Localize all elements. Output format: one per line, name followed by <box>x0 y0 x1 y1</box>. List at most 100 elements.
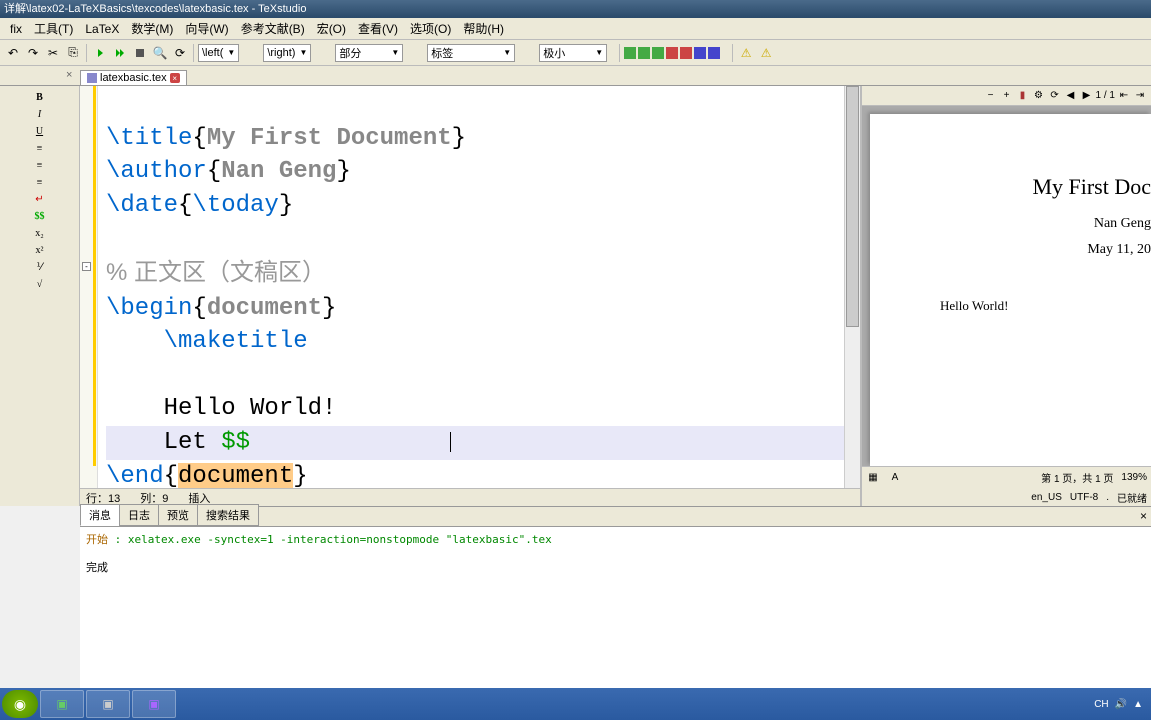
align-center-button[interactable]: ≡ <box>32 158 48 172</box>
msg-tab-search[interactable]: 搜索结果 <box>197 504 259 526</box>
msg-tab-preview[interactable]: 预览 <box>158 504 198 526</box>
pv-book-icon[interactable]: ▮ <box>1016 89 1030 103</box>
file-tab[interactable]: latexbasic.tex × <box>80 70 187 85</box>
pv-plus-icon[interactable]: + <box>1000 89 1014 103</box>
system-tray[interactable]: CH 🔊 ▲ <box>1094 699 1149 710</box>
pv-zoom: 139% <box>1121 472 1147 483</box>
pv-enc: UTF-8 <box>1070 492 1098 503</box>
msg-tab-log[interactable]: 日志 <box>119 504 159 526</box>
menu-macro[interactable]: 宏(O) <box>311 18 352 39</box>
window-title: 详解\latex02-LaTeXBasics\texcodes\latexbas… <box>0 0 1151 18</box>
pv-page-number: 1 / 1 <box>1096 90 1115 101</box>
menu-bib[interactable]: 参考文献(B) <box>235 18 311 39</box>
editor-scrollbar[interactable] <box>844 86 860 488</box>
newline-button[interactable]: ↵ <box>32 192 48 206</box>
start-button[interactable]: ◉ <box>2 690 38 718</box>
redo-button[interactable]: ↷ <box>24 44 42 62</box>
task-btn-2[interactable]: ▣ <box>86 690 130 718</box>
bold-button[interactable]: B <box>32 90 48 104</box>
menu-tools[interactable]: 工具(T) <box>28 18 79 39</box>
sqrt-button[interactable]: √ <box>32 277 48 291</box>
pv-pages: 第 1 页，共 1 页 <box>1041 470 1113 485</box>
message-tabs: 消息 日志 预览 搜索结果 × <box>80 507 1151 527</box>
tray-sound-icon[interactable]: 🔊 <box>1115 699 1127 710</box>
tiny-combo[interactable]: 极小▼ <box>539 44 607 62</box>
fold-gutter: - <box>80 86 98 488</box>
warn-icon[interactable]: ⚠ <box>737 44 755 62</box>
tab-close-icon[interactable]: × <box>170 73 180 83</box>
tab-label: latexbasic.tex <box>100 72 167 84</box>
sup-button[interactable]: x² <box>32 243 48 257</box>
pdf-author: Nan Geng <box>890 216 1151 232</box>
right-delim-combo[interactable]: \right)▼ <box>263 44 311 62</box>
pdf-page: My First Doc Nan Geng May 11, 20 Hello W… <box>870 114 1151 466</box>
view-button[interactable]: 🔍 <box>151 44 169 62</box>
pv-next-icon[interactable]: ▶ <box>1080 89 1094 103</box>
table-btn1[interactable] <box>624 47 636 59</box>
pdf-preview-pane: − + ▮ ⚙ ⟳ ◀ ▶ 1 / 1 ⇤ ⇥ My First Doc Nan… <box>861 86 1151 506</box>
msg-tab-messages[interactable]: 消息 <box>80 504 120 526</box>
task-btn-1[interactable]: ▣ <box>40 690 84 718</box>
italic-button[interactable]: I <box>32 107 48 121</box>
pdf-viewport[interactable]: My First Doc Nan Geng May 11, 20 Hello W… <box>862 106 1151 466</box>
pv-ficon2[interactable]: A <box>888 470 902 484</box>
pdf-title: My First Doc <box>890 174 1151 200</box>
pv-lang: en_US <box>1031 492 1062 503</box>
pv-prev-icon[interactable]: ◀ <box>1064 89 1078 103</box>
main-toolbar: ↶ ↷ ✂ ⎘ 🔍 ⟳ \left(▼ \right)▼ 部分▼ 标签▼ 极小▼… <box>0 40 1151 66</box>
menu-fix[interactable]: fix <box>4 20 28 38</box>
pdf-date: May 11, 20 <box>890 242 1151 258</box>
preview-status: ▦ A 第 1 页，共 1 页 139% en_US UTF-8 . 已就绪 <box>862 466 1151 506</box>
pv-ficon1[interactable]: ▦ <box>866 470 880 484</box>
menu-wizard[interactable]: 向导(W) <box>179 18 234 39</box>
table-btn6[interactable] <box>694 47 706 59</box>
tray-up-icon[interactable]: ▲ <box>1133 699 1143 710</box>
pv-dot: . <box>1106 492 1109 503</box>
build-button[interactable] <box>111 44 129 62</box>
fold-toggle[interactable]: - <box>82 262 91 271</box>
pv-minus-icon[interactable]: − <box>984 89 998 103</box>
preview-toolbar: − + ▮ ⚙ ⟳ ◀ ▶ 1 / 1 ⇤ ⇥ <box>862 86 1151 106</box>
code-editor[interactable]: - \title{My First Document} \author{Nan … <box>80 86 860 488</box>
pv-last-icon[interactable]: ⇥ <box>1133 89 1147 103</box>
menu-math[interactable]: 数学(M) <box>125 18 179 39</box>
left-toolbar: B I U ≡ ≡ ≡ ↵ $$ x₂ x² ⅟ √ <box>0 86 80 506</box>
message-body[interactable]: 开始 : xelatex.exe -synctex=1 -interaction… <box>80 527 1151 698</box>
stop-button[interactable] <box>131 44 149 62</box>
label-combo[interactable]: 标签▼ <box>427 44 515 62</box>
file-icon <box>87 73 97 83</box>
cut-button[interactable]: ✂ <box>44 44 62 62</box>
task-btn-3[interactable]: ▣ <box>132 690 176 718</box>
table-btn2[interactable] <box>638 47 650 59</box>
table-btn3[interactable] <box>652 47 664 59</box>
msg-close-icon[interactable]: × <box>1140 509 1147 523</box>
menu-latex[interactable]: LaTeX <box>79 20 125 38</box>
align-left-button[interactable]: ≡ <box>32 141 48 155</box>
pv-config-icon[interactable]: ⚙ <box>1032 89 1046 103</box>
pv-first-icon[interactable]: ⇤ <box>1117 89 1131 103</box>
left-delim-combo[interactable]: \left(▼ <box>198 44 239 62</box>
sub-button[interactable]: x₂ <box>32 226 48 240</box>
menu-help[interactable]: 帮助(H) <box>457 18 510 39</box>
align-right-button[interactable]: ≡ <box>32 175 48 189</box>
copy-button[interactable]: ⎘ <box>64 44 82 62</box>
refresh-button[interactable]: ⟳ <box>171 44 189 62</box>
frac-button[interactable]: ⅟ <box>32 260 48 274</box>
section-combo[interactable]: 部分▼ <box>335 44 403 62</box>
pv-saved: 已就绪 <box>1117 490 1147 505</box>
menu-view[interactable]: 查看(V) <box>352 18 404 39</box>
menu-bar: fix 工具(T) LaTeX 数学(M) 向导(W) 参考文献(B) 宏(O)… <box>0 18 1151 40</box>
table-btn4[interactable] <box>666 47 678 59</box>
math-button[interactable]: $$ <box>32 209 48 223</box>
undo-button[interactable]: ↶ <box>4 44 22 62</box>
pv-refresh-icon[interactable]: ⟳ <box>1048 89 1062 103</box>
underline-button[interactable]: U <box>32 124 48 138</box>
editor-pane: - \title{My First Document} \author{Nan … <box>80 86 861 506</box>
menu-options[interactable]: 选项(O) <box>404 18 457 39</box>
tray-ime[interactable]: CH <box>1094 699 1108 710</box>
build-run-button[interactable] <box>91 44 109 62</box>
table-btn7[interactable] <box>708 47 720 59</box>
panel-close-icon[interactable]: × <box>66 69 72 81</box>
table-btn5[interactable] <box>680 47 692 59</box>
warn2-icon[interactable]: ⚠ <box>757 44 775 62</box>
